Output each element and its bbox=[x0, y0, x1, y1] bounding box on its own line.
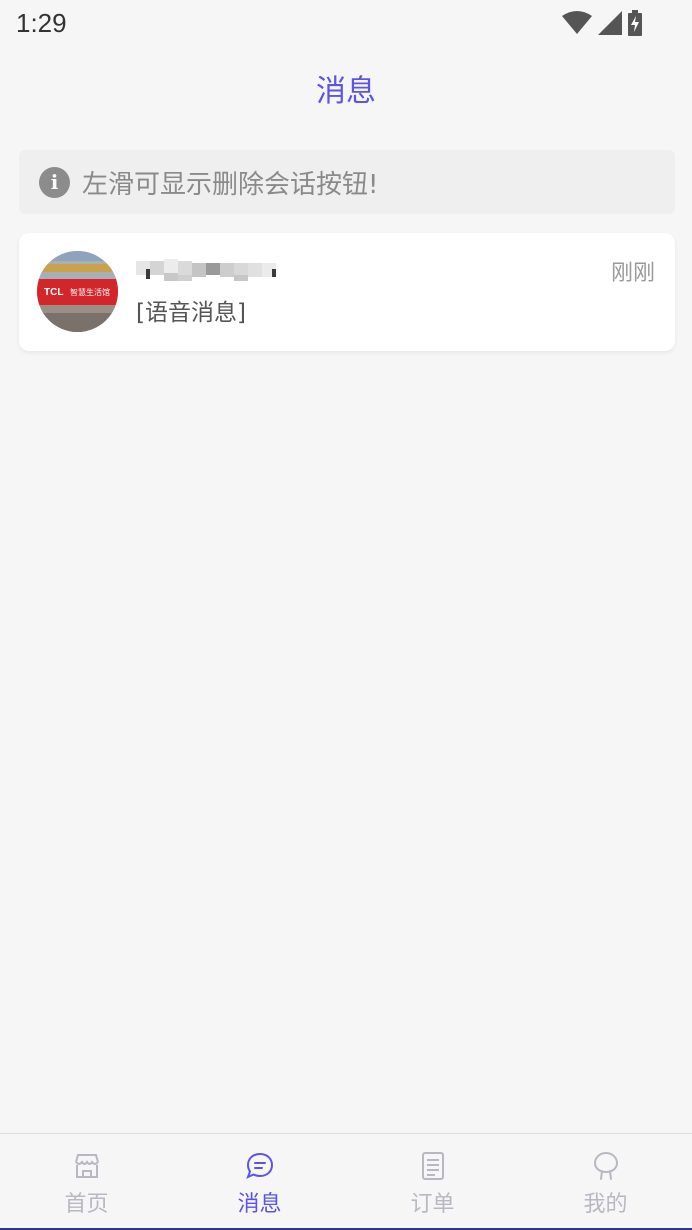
profile-icon bbox=[593, 1151, 618, 1180]
swipe-tip-banner: i 左滑可显示删除会话按钮! bbox=[19, 150, 675, 214]
wifi-icon bbox=[562, 11, 592, 34]
tab-home[interactable]: 首页 bbox=[0, 1134, 173, 1230]
tab-messages-label: 消息 bbox=[237, 1192, 282, 1217]
tab-profile[interactable]: 我的 bbox=[519, 1134, 692, 1230]
header: 消息 bbox=[0, 48, 692, 128]
tab-messages[interactable]: 消息 bbox=[173, 1134, 346, 1230]
cellular-signal-icon bbox=[598, 11, 622, 35]
status-bar: 1:29 bbox=[0, 0, 692, 48]
status-time: 1:29 bbox=[16, 8, 67, 38]
document-icon bbox=[421, 1152, 444, 1180]
page-title: 消息 bbox=[316, 74, 376, 109]
store-icon bbox=[74, 1154, 99, 1178]
messages-screen: 1:29 消息 i 左滑可显示删除会话按钮! TCL 智慧生活馆 刚刚 [语音消… bbox=[0, 0, 692, 1230]
avatar: TCL 智慧生活馆 bbox=[37, 251, 118, 332]
svg-text:智慧生活馆: 智慧生活馆 bbox=[70, 287, 110, 297]
chat-bubble-icon bbox=[245, 1152, 273, 1179]
contact-name-redacted bbox=[136, 251, 286, 285]
bottom-tab-bar: 首页 消息 订单 我的 bbox=[0, 1133, 692, 1230]
tab-home-label: 首页 bbox=[64, 1192, 109, 1217]
tab-orders-label: 订单 bbox=[410, 1192, 455, 1217]
info-icon: i bbox=[39, 166, 70, 198]
status-icons bbox=[562, 10, 642, 36]
tab-profile-label: 我的 bbox=[583, 1192, 628, 1217]
last-message: [语音消息] bbox=[136, 300, 246, 326]
avatar-sign-brand: TCL bbox=[44, 287, 63, 298]
conversation-time: 刚刚 bbox=[610, 261, 655, 286]
tab-orders[interactable]: 订单 bbox=[346, 1134, 519, 1230]
battery-charging-icon bbox=[628, 10, 642, 36]
conversation-item[interactable]: TCL 智慧生活馆 刚刚 [语音消息] bbox=[19, 233, 675, 351]
tip-text: 左滑可显示删除会话按钮! bbox=[82, 169, 379, 200]
